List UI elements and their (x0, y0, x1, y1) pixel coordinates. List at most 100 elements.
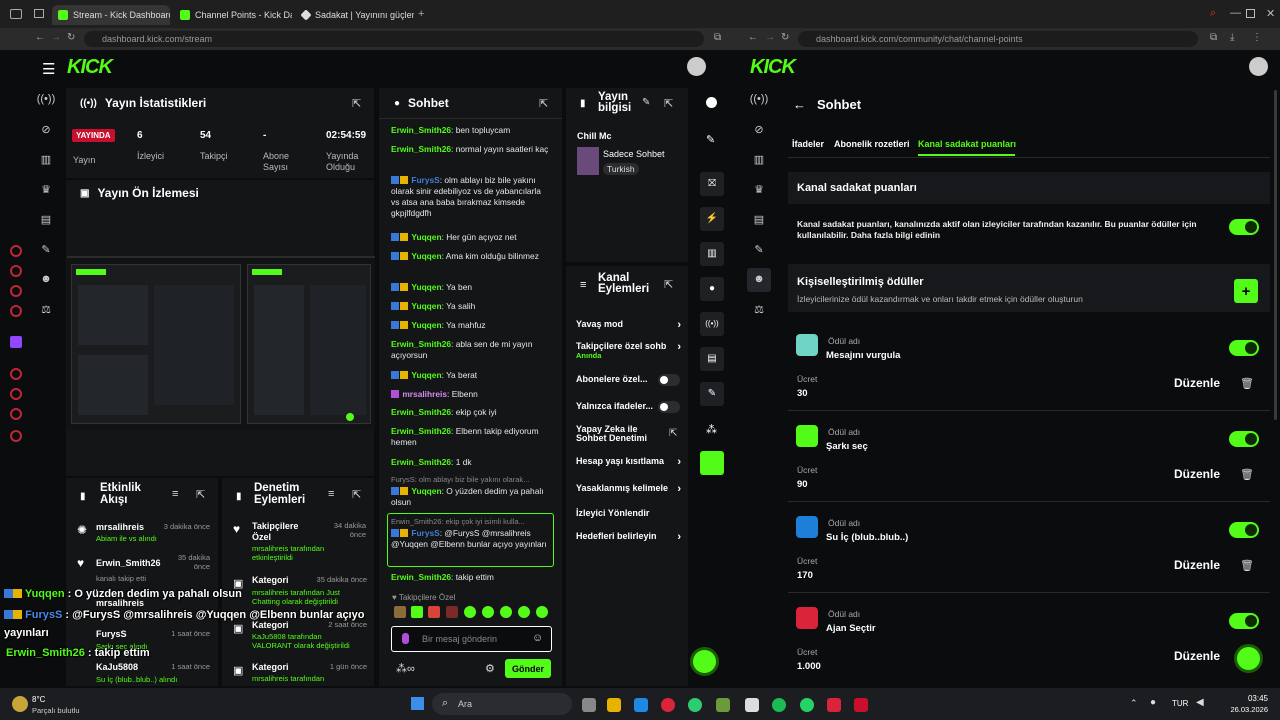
external-link-icon[interactable]: ⇱ (669, 428, 677, 439)
kick-logo[interactable]: KICK (67, 56, 113, 79)
extension-icon[interactable] (10, 245, 22, 257)
chat-message[interactable]: Erwin_Smith26: ben topluycam (391, 125, 551, 136)
chat-username[interactable]: Yuqqen (411, 320, 441, 330)
taskbar-search[interactable]: ⌕ Ara (432, 693, 572, 715)
clipboard-icon[interactable]: ▥ (700, 242, 724, 266)
tab-sadakat[interactable]: Sadakat | Yayınını güçlend (296, 5, 414, 25)
extension-icon[interactable] (10, 285, 22, 297)
chat-message[interactable]: Yuqqen: Ya mahfuz (391, 320, 551, 331)
app-icon[interactable] (854, 698, 868, 712)
stream-preview[interactable] (67, 256, 375, 430)
emote-row[interactable] (394, 606, 552, 620)
emote-icon[interactable] (518, 606, 530, 618)
chat-message[interactable]: Erwin_Smith26: Elbenn takip ediyorum hem… (391, 426, 551, 448)
extension-icon[interactable] (10, 305, 22, 317)
emotes-only-toggle[interactable] (658, 401, 680, 413)
wrench-icon[interactable]: ✎ (36, 243, 56, 259)
tab-channel-points[interactable]: Kanal sadakat puanları (918, 139, 1016, 149)
popout-icon[interactable]: ⇱ (352, 97, 361, 110)
emote-icon[interactable] (411, 606, 423, 618)
emote-icon[interactable] (500, 606, 512, 618)
url-field[interactable]: dashboard.kick.com/community/chat/channe… (798, 31, 1198, 47)
points-icon[interactable]: ⁂ (706, 423, 717, 436)
add-widget-button[interactable] (700, 451, 724, 475)
minecraft-icon[interactable] (716, 698, 730, 712)
volume-icon[interactable]: ◀ (1196, 697, 1204, 708)
extensions-icon[interactable]: ⧉ (1210, 32, 1217, 43)
file-explorer-icon[interactable] (607, 698, 621, 712)
language-indicator[interactable]: TUR (1172, 699, 1188, 708)
edit-reward-button[interactable]: Düzenle (1174, 467, 1220, 481)
new-tab-icon[interactable]: + (418, 8, 424, 20)
broadcast-icon[interactable]: ((•)) (700, 312, 724, 336)
emote-icon[interactable] (428, 606, 440, 618)
popout-icon[interactable]: ⇱ (664, 278, 673, 291)
reward-toggle[interactable] (1229, 522, 1259, 538)
chat-username[interactable]: Erwin_Smith26 (391, 426, 451, 436)
chat-username[interactable]: Yuqqen (411, 282, 441, 292)
chat-input[interactable]: Bir mesaj gönderin ☺ (391, 626, 552, 652)
edit-reward-button[interactable]: Düzenle (1174, 376, 1220, 390)
weather-desc[interactable]: Parçalı bulutlu (32, 706, 80, 715)
tray-expand-icon[interactable]: ⌃ (1130, 698, 1138, 709)
chat-username[interactable]: FurysS (411, 175, 439, 185)
filter-icon[interactable]: ≡ (172, 488, 178, 500)
lightning-icon[interactable]: ⚡ (700, 207, 724, 231)
avatar[interactable] (687, 57, 706, 76)
clock-date[interactable]: 26.03.2026 (1222, 705, 1268, 714)
extension-icon[interactable] (10, 430, 22, 442)
settings-icon[interactable]: ⚙ (485, 662, 495, 675)
chat-message[interactable]: Yuqqen: Ya salih (391, 301, 551, 312)
moderation-icon[interactable]: ⚖ (749, 303, 769, 319)
reward-toggle[interactable] (1229, 431, 1259, 447)
chat-username[interactable]: FurysS (411, 528, 439, 538)
back-icon[interactable]: ← (35, 32, 45, 43)
chat-bubble-icon[interactable]: ● (700, 277, 724, 301)
channel-points-toggle[interactable] (1229, 219, 1259, 235)
users-icon[interactable]: ☻ (749, 273, 769, 289)
chat-username[interactable]: Erwin_Smith26 (391, 572, 451, 582)
chat-username[interactable]: Erwin_Smith26 (391, 407, 451, 417)
popout-icon[interactable]: ⇱ (664, 97, 673, 110)
forward-icon[interactable]: → (765, 32, 775, 43)
chat-username[interactable]: Yuqqen (411, 370, 441, 380)
filter-icon[interactable]: ≡ (328, 488, 334, 500)
chat-username[interactable]: Yuqqen (411, 486, 441, 496)
extensions-icon[interactable]: ⧉ (714, 32, 721, 43)
kick-logo[interactable]: KICK (750, 56, 796, 79)
twitch-icon[interactable] (10, 336, 22, 348)
maximize-icon[interactable] (1246, 9, 1255, 18)
emote-icon[interactable] (482, 606, 494, 618)
emote-icon[interactable] (536, 606, 548, 618)
edit-reward-button[interactable]: Düzenle (1174, 558, 1220, 572)
reload-icon[interactable]: ↻ (781, 32, 789, 43)
layout-icon[interactable]: ▤ (36, 213, 56, 229)
chat-message[interactable]: mrsalihreis: Elbenn (391, 389, 551, 400)
help-chat-button[interactable] (1234, 644, 1263, 673)
analytics-icon[interactable]: ▥ (749, 153, 769, 169)
mic-icon[interactable]: ● (1150, 697, 1156, 708)
reply-preview[interactable]: Erwin_Smith26: ekip çok iyi isimli kulla… (391, 516, 551, 527)
reward-toggle[interactable] (1229, 340, 1259, 356)
action-account-age[interactable]: Hesap yaşı kısıtlama › (576, 456, 681, 468)
chat-username[interactable]: Yuqqen (411, 251, 441, 261)
trash-icon[interactable]: 🗑 (1240, 468, 1254, 481)
chat-message[interactable]: FurysS: @FurysS @mrsalihreis @Yuqqen @El… (391, 528, 551, 550)
tab-actions-icon[interactable] (34, 9, 44, 18)
opera-icon[interactable] (661, 698, 675, 712)
tab-sub-badges[interactable]: Abonelik rozetleri (834, 139, 910, 149)
chat-message[interactable]: Yuqqen: Ya berat (391, 370, 551, 381)
link-icon[interactable]: ⊘ (749, 123, 769, 139)
chat-username[interactable]: mrsalihreis (402, 389, 447, 399)
extension-icon[interactable] (10, 388, 22, 400)
reload-icon[interactable]: ↻ (67, 32, 75, 43)
category-name[interactable]: Sadece Sohbet (603, 149, 665, 159)
whatsapp-icon[interactable] (800, 698, 814, 712)
tab-emotes[interactable]: İfadeler (792, 139, 824, 149)
popout-icon[interactable]: ⇱ (352, 488, 361, 501)
weather-icon[interactable] (12, 696, 28, 712)
emoji-icon[interactable]: ☺ (532, 632, 543, 644)
chat-username[interactable]: Erwin_Smith26 (391, 125, 451, 135)
chat-message[interactable]: Yuqqen: O yüzden dedim ya pahalı olsun (391, 486, 551, 508)
close-window-icon[interactable]: ✕ (1266, 7, 1275, 20)
